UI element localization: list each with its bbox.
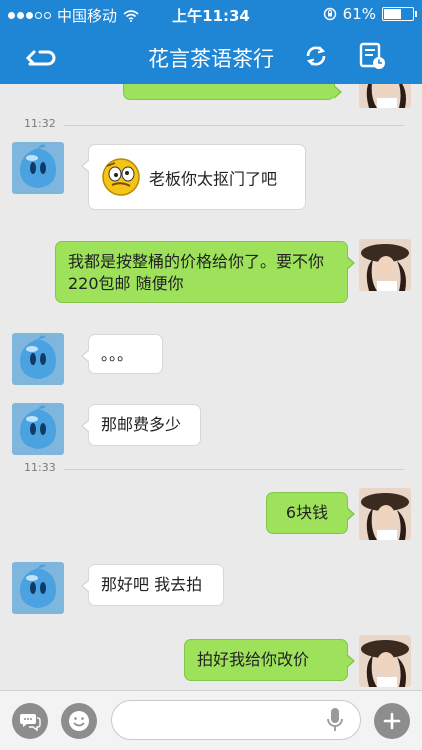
avatar[interactable] [12,403,64,455]
nav-bar: 花言茶语茶行 [0,28,422,84]
input-bar [0,690,422,750]
message-text: 我都是按整桶的价格给你了。要不你220包邮 随便你 [68,252,325,293]
chat-bubble-button[interactable] [12,703,48,739]
message-bubble-outgoing[interactable]: 我都是按整桶的价格给你了。要不你220包邮 随便你 [55,241,355,303]
refresh-button[interactable] [298,40,334,72]
message-input[interactable] [111,700,361,740]
message-bubble-outgoing[interactable]: 拍好我给你改价 [184,639,355,681]
user-avatar-image [359,635,411,687]
refresh-icon [306,46,326,66]
user-avatar-image [359,84,411,108]
contact-avatar-image [12,403,64,455]
contact-avatar-image [12,142,64,194]
message-bubble-incoming[interactable]: 老板你太抠门了吧 [81,144,306,210]
timestamp-label: 11:32 [24,117,56,130]
voice-input-button[interactable] [326,707,344,737]
avatar[interactable] [12,142,64,194]
message-text: 拍好我给你改价 [197,650,310,669]
user-avatar-image [359,488,411,540]
emoji-button[interactable] [61,703,97,739]
message-bubble-incoming[interactable]: 。。。 [81,334,163,374]
avatar[interactable] [359,84,411,108]
chat-area[interactable]: 11:32 老板你太抠门了吧 我都是按整桶的价格给你了。要不你220包邮 随便你… [0,84,422,690]
timestamp-label: 11:33 [24,461,56,474]
smiley-icon [69,711,89,731]
plus-icon [383,712,401,730]
message-bubble-incoming[interactable]: 那邮费多少 [81,404,201,446]
dizzy-face-emoji [101,157,141,203]
avatar[interactable] [12,562,64,614]
message-bubble-incoming[interactable]: 那好吧 我去拍 [81,564,224,606]
battery-icon [382,7,417,21]
avatar[interactable] [12,333,64,385]
notes-button[interactable] [354,40,390,72]
battery-percent: 61% [342,5,376,23]
timestamp-divider: 11:33 [0,461,422,477]
user-avatar-image [359,239,411,291]
message-text: 老板你太抠门了吧 [149,169,278,189]
message-text: 6块钱 [285,503,329,522]
notes-icon [359,42,385,69]
avatar[interactable] [359,488,411,540]
avatar[interactable] [359,635,411,687]
microphone-icon [327,708,343,731]
timestamp-divider: 11:32 [0,117,422,133]
more-options-button[interactable] [374,703,410,739]
contact-avatar-image [12,562,64,614]
message-bubble-outgoing[interactable] [123,84,342,100]
message-bubble-outgoing[interactable]: 6块钱 [266,492,355,534]
chat-bubble-icon [20,714,41,731]
rotation-lock-icon [323,7,336,21]
status-bar: 中国移动 上午11:34 61% [0,0,422,28]
message-text: 那邮费多少 [101,415,182,434]
message-text: 。。。 [101,345,134,364]
status-right: 61% [323,5,417,23]
contact-avatar-image [12,333,64,385]
avatar[interactable] [359,239,411,291]
message-text: 那好吧 我去拍 [101,575,203,594]
